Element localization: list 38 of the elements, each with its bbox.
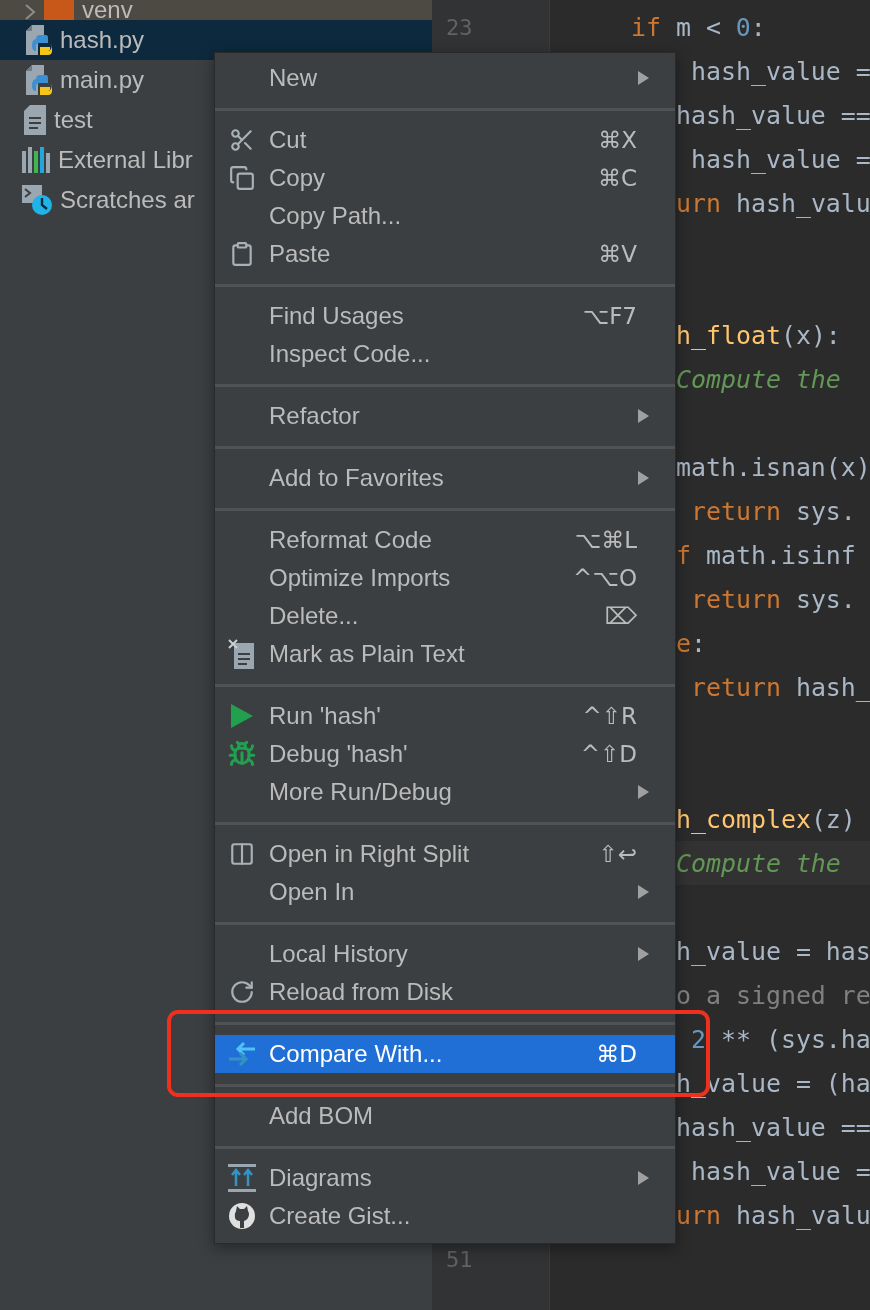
code-line: Compute the: [676, 364, 841, 394]
code-line: f math.isinf: [676, 540, 856, 570]
code-line: return sys.: [690, 496, 856, 526]
code-line: if m < 0:: [629, 12, 766, 42]
code-line: h_value = has: [676, 936, 870, 966]
shortcut-label: ⌘V: [598, 241, 637, 267]
code-line: return hash_: [690, 672, 870, 702]
code-line: math.isnan(x): [676, 452, 870, 482]
code-line: hash_value ==: [676, 1112, 870, 1142]
shortcut-label: ⌥⌘L: [574, 527, 637, 553]
file-name: main.py: [60, 66, 145, 94]
shortcut-label: ⌘X: [598, 127, 637, 153]
code-line: urn hash_valu: [676, 188, 870, 218]
shortcut-label: ⌘C: [597, 165, 637, 191]
code-line: return sys.: [690, 584, 856, 614]
shortcut-label: ^⇧D: [580, 741, 637, 767]
code-line: Compute the: [676, 848, 841, 878]
file-name: hash.py: [60, 26, 145, 54]
file-name: venv: [82, 0, 133, 20]
shortcut-label: ^⇧R: [582, 703, 637, 729]
code-line: 2 ** (sys.ha: [690, 1024, 870, 1054]
file-name: test: [54, 106, 93, 134]
code-line: urn hash_valu: [676, 1200, 870, 1230]
code-line: e:: [676, 628, 706, 658]
code-line: h_complex(z): [676, 804, 856, 834]
file-name: External Libr: [58, 146, 193, 174]
code-line: o a signed re: [676, 980, 870, 1010]
code-line: h_float(x):: [676, 320, 841, 350]
code-line: hash_value ==: [676, 100, 870, 130]
shortcut-label: ⌥F7: [582, 303, 637, 329]
shortcut-label: ⌦: [604, 603, 637, 629]
shortcut-label: ^⌥O: [573, 565, 637, 591]
file-name: Scratches ar: [60, 186, 195, 214]
code-line: hash_value =: [690, 56, 870, 86]
shortcut-label: ⇧↩: [598, 841, 637, 867]
shortcut-label: ⌘D: [596, 1041, 637, 1067]
code-line: hash_value =: [690, 1156, 870, 1186]
code-line: hash_value =: [690, 144, 870, 174]
